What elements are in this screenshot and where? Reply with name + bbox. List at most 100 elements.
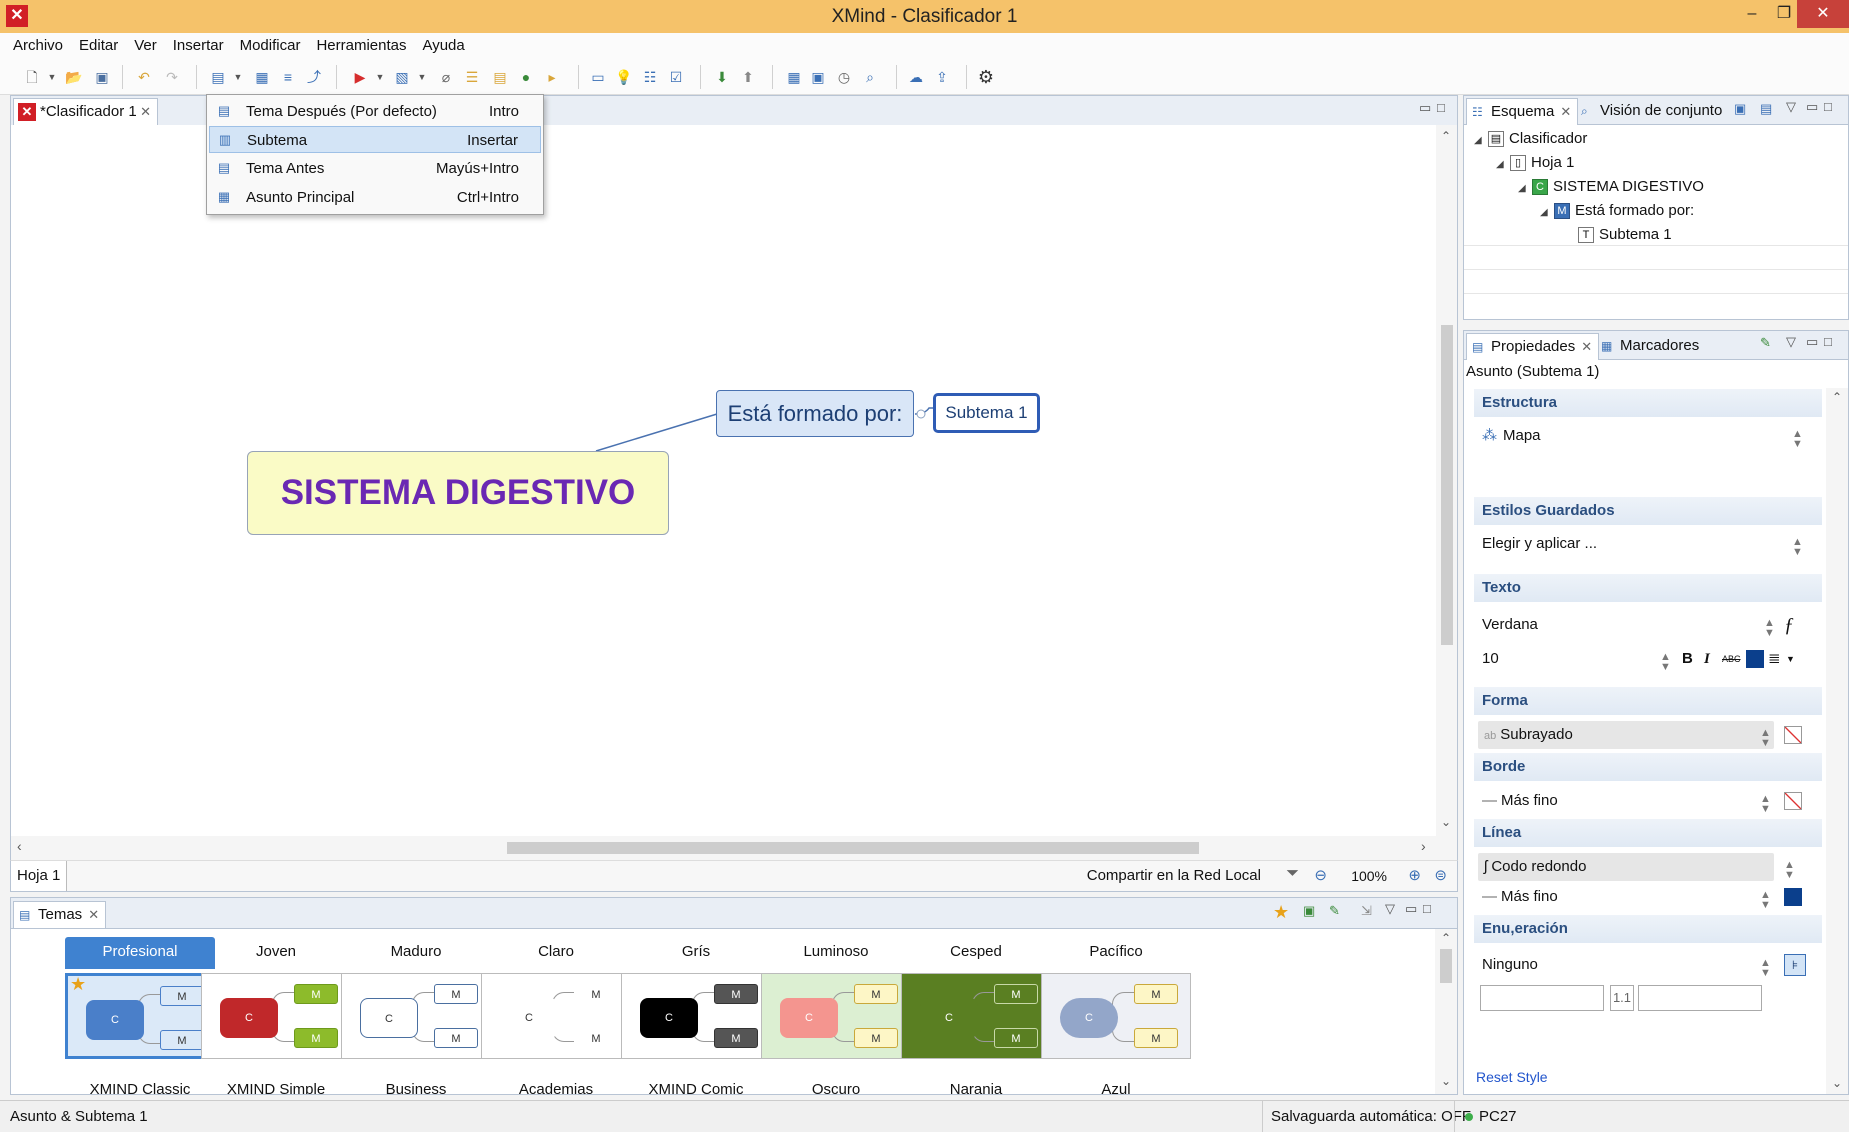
gantt-icon[interactable]: ☷: [640, 67, 660, 87]
sheet-tab-hoja1[interactable]: Hoja 1: [11, 861, 68, 891]
boundary-icon[interactable]: ▦: [252, 67, 272, 87]
summary-icon[interactable]: ≡: [278, 67, 298, 87]
view-menu-icon[interactable]: ▽: [1786, 334, 1796, 350]
theme-tile[interactable]: Maduro C M M Business: [341, 941, 491, 1094]
tab-esquema[interactable]: ☷ Esquema ✕: [1466, 98, 1579, 125]
settings-gear-icon[interactable]: ⚙: [976, 67, 996, 87]
tree-item-sistema-digestivo[interactable]: ◢ C SISTEMA DIGESTIVO: [1518, 175, 1704, 199]
tab-temas[interactable]: ▤ Temas ✕: [13, 901, 107, 928]
drill-up-icon[interactable]: ⬆: [738, 67, 758, 87]
audio-note-icon[interactable]: ▸: [542, 67, 562, 87]
properties-scrollbar[interactable]: ⌃ ⌄: [1826, 388, 1848, 1094]
insert-topic-dropdown-icon[interactable]: ▼: [228, 67, 248, 87]
mindmap-canvas[interactable]: [10, 125, 1436, 836]
new-file-icon[interactable]: 🗋: [22, 67, 42, 87]
zoom-level[interactable]: 100%: [1351, 861, 1387, 891]
central-topic[interactable]: SISTEMA DIGESTIVO: [247, 451, 669, 535]
menu-editar[interactable]: Editar: [71, 33, 126, 59]
scroll-up-icon[interactable]: ⌃: [1441, 129, 1451, 143]
pin-view-icon[interactable]: ✎: [1760, 335, 1771, 351]
align-dropdown-icon[interactable]: ▼: [1786, 645, 1795, 673]
saved-styles-select[interactable]: Elegir y aplicar ... ▲ ▼: [1482, 530, 1812, 558]
presentation-icon[interactable]: ▭: [588, 67, 608, 87]
menu-modificar[interactable]: Modificar: [232, 33, 309, 59]
minimize-view-icon[interactable]: ▭: [1405, 901, 1417, 917]
numbering-select[interactable]: Ninguno ▲ ▼: [1482, 951, 1812, 979]
scroll-right-icon[interactable]: ›: [1421, 838, 1426, 854]
upload-cloud-icon[interactable]: ☁: [906, 67, 926, 87]
marker-flag-icon[interactable]: ▶: [350, 67, 370, 87]
task-icon[interactable]: ☑: [666, 67, 686, 87]
theme-tile[interactable]: Profesional C M M ★ XMIND Classic: [65, 937, 215, 1094]
filter-icon[interactable]: ⏷: [1286, 865, 1299, 883]
numbering-suffix-input[interactable]: [1638, 985, 1762, 1011]
tab-vision-conjunto[interactable]: ⌕ Visión de conjunto: [1576, 98, 1722, 125]
canvas-horizontal-scrollbar[interactable]: ‹ ›: [10, 836, 1458, 860]
scroll-left-icon[interactable]: ‹: [17, 838, 22, 854]
new-dropdown-icon[interactable]: ▼: [42, 67, 62, 87]
strikethrough-button[interactable]: ABC: [1722, 645, 1741, 673]
numbering-prefix-input[interactable]: [1480, 985, 1604, 1011]
scroll-down-icon[interactable]: ⌄: [1832, 1076, 1842, 1090]
attachment-icon[interactable]: ⌀: [436, 67, 456, 87]
spreadsheet-icon[interactable]: ▦: [784, 67, 804, 87]
section-forma[interactable]: Forma: [1474, 687, 1822, 715]
open-folder-icon[interactable]: 📂: [64, 67, 84, 87]
maximize-view-icon[interactable]: □: [1423, 901, 1431, 916]
section-estructura[interactable]: Estructura: [1474, 389, 1822, 417]
outline-list-mode-icon[interactable]: ▤: [1760, 101, 1772, 117]
close-tab-icon[interactable]: ✕: [140, 99, 151, 124]
brainstorm-bulb-icon[interactable]: 💡: [614, 67, 634, 87]
maximize-view-icon[interactable]: □: [1824, 334, 1832, 349]
shape-select[interactable]: ab Subrayado ▲ ▼: [1478, 721, 1774, 749]
view-menu-icon[interactable]: ▽: [1786, 99, 1796, 115]
section-texto[interactable]: Texto: [1474, 574, 1822, 602]
share-icon[interactable]: ⇪: [932, 67, 952, 87]
tree-item-clasificador[interactable]: ◢ ▤ Clasificador: [1474, 127, 1587, 151]
theme-tile[interactable]: Pacífico C M M Azul: [1041, 941, 1191, 1094]
new-theme-icon[interactable]: ▣: [1303, 903, 1315, 919]
clock-icon[interactable]: ◷: [834, 67, 854, 87]
redo-icon[interactable]: ↷: [162, 67, 182, 87]
menu-herramientas[interactable]: Herramientas: [308, 33, 414, 59]
notes-icon[interactable]: ▤: [490, 67, 510, 87]
scroll-up-icon[interactable]: ⌃: [1832, 390, 1842, 404]
size-spinner-icon[interactable]: ▲ ▼: [1660, 652, 1671, 673]
close-tab-icon[interactable]: ✕: [1560, 104, 1571, 119]
theme-tile[interactable]: Claro C M M Academias: [481, 941, 631, 1094]
favorite-star-icon[interactable]: ★: [1273, 902, 1289, 923]
insert-topic-icon[interactable]: ▤: [208, 67, 228, 87]
undo-icon[interactable]: ↶: [134, 67, 154, 87]
close-tab-icon[interactable]: ✕: [1581, 339, 1592, 354]
expand-arrow-icon[interactable]: ◢: [1496, 153, 1510, 177]
zoom-fit-page-icon[interactable]: ⊜: [1434, 866, 1447, 884]
maximize-view-icon[interactable]: □: [1824, 99, 1832, 114]
line-width-select[interactable]: — Más fino ▲ ▼: [1482, 883, 1812, 911]
theme-tile[interactable]: Cesped C M M Naranja: [901, 941, 1051, 1094]
editor-tab-clasificador[interactable]: ✕ *Clasificador 1 ✕: [13, 98, 158, 125]
subtopic-selected[interactable]: Subtema 1: [933, 393, 1040, 433]
main-topic[interactable]: Está formado por:: [716, 390, 914, 437]
network-host-status[interactable]: PC27: [1454, 1101, 1517, 1132]
section-linea[interactable]: Línea: [1474, 819, 1822, 847]
line-shape-select[interactable]: ʃ Codo redondo ▲ ▼: [1478, 853, 1795, 881]
reset-style-link[interactable]: Reset Style: [1476, 1069, 1548, 1085]
menu-item-tema-antes[interactable]: ▤ Tema Antes Mayús+Intro: [209, 155, 541, 182]
tab-marcadores[interactable]: ▦ Marcadores: [1596, 333, 1699, 360]
vertical-scroll-thumb[interactable]: [1441, 325, 1453, 645]
section-borde[interactable]: Borde: [1474, 753, 1822, 781]
expand-arrow-icon[interactable]: ◢: [1518, 177, 1532, 201]
structure-select[interactable]: ⁂ Mapa ▲ ▼: [1482, 422, 1812, 450]
font-size-value[interactable]: 10: [1482, 650, 1499, 667]
tree-item-esta-formado-por[interactable]: ◢ M Está formado por:: [1540, 199, 1694, 223]
numbering-inherit-icon[interactable]: ⊧: [1784, 954, 1806, 976]
menu-item-subtema[interactable]: ▥ Subtema Insertar: [209, 126, 541, 153]
numbering-separator[interactable]: 1.1: [1610, 985, 1634, 1011]
view-menu-icon[interactable]: ▽: [1385, 901, 1395, 917]
expand-arrow-icon[interactable]: ◢: [1474, 129, 1488, 153]
text-color-swatch[interactable]: [1746, 650, 1764, 668]
close-tab-icon[interactable]: ✕: [88, 907, 99, 922]
canvas-vertical-scrollbar[interactable]: ⌃ ⌄: [1436, 125, 1458, 836]
zoom-out-icon[interactable]: ⊖: [1314, 866, 1327, 884]
themes-scroll-thumb[interactable]: [1440, 949, 1452, 983]
